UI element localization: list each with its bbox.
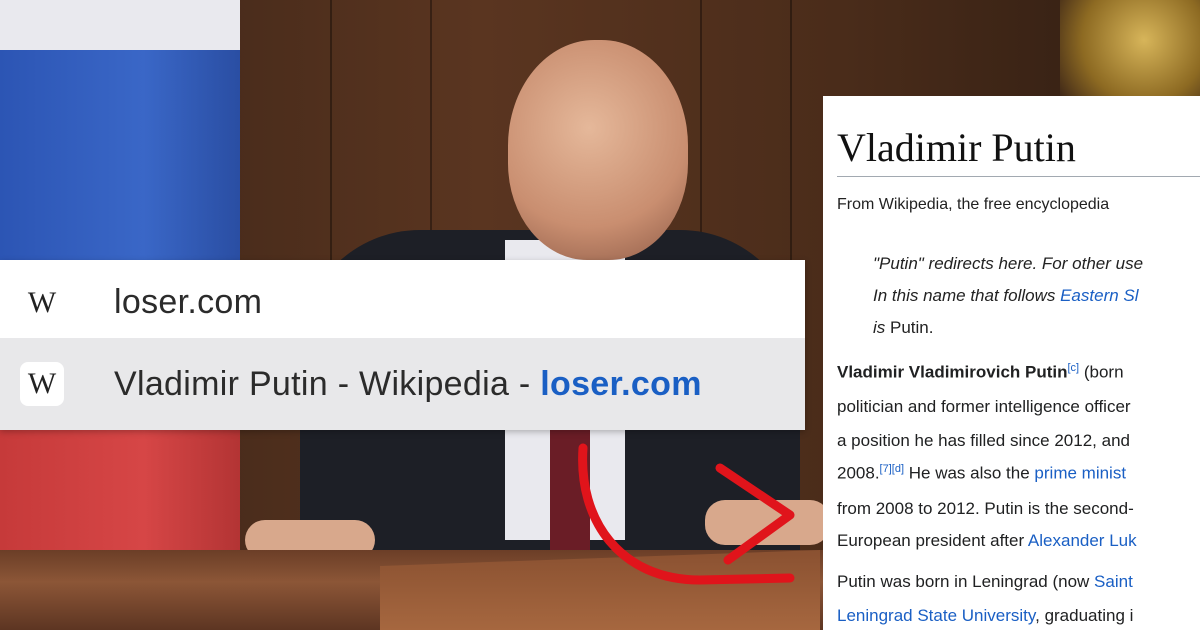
red-arrow-icon: [578, 443, 795, 585]
